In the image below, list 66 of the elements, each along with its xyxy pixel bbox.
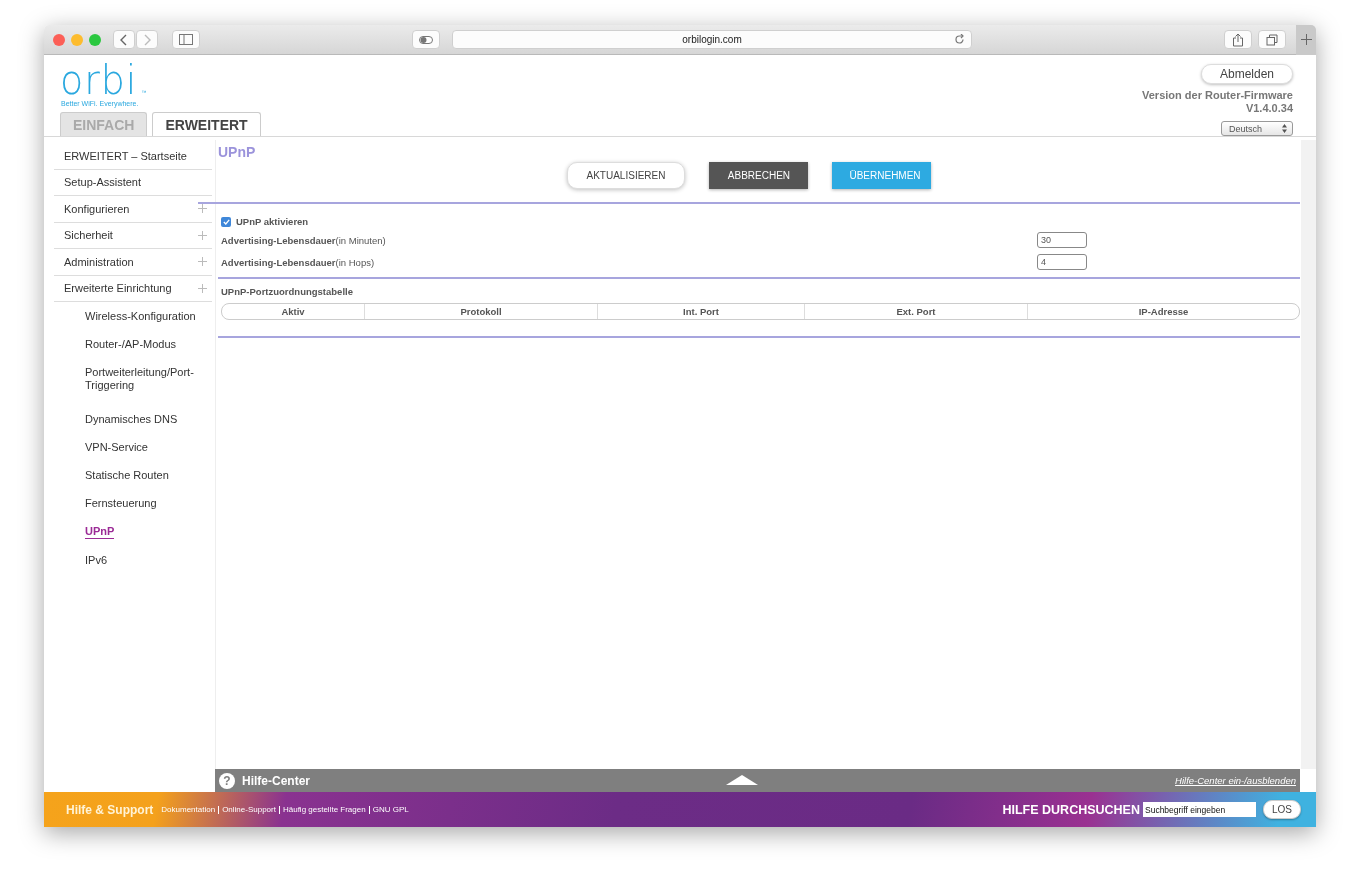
table-title: UPnP-Portzuordnungstabelle [221, 286, 354, 297]
tabs-icon [1266, 33, 1278, 46]
url-text: orbilogin.com [682, 34, 742, 45]
page-title: UPnP [218, 144, 257, 160]
help-toggle-link[interactable]: Hilfe-Center ein-/ausblenden [1175, 775, 1296, 786]
checkbox[interactable] [221, 216, 231, 227]
refresh-button[interactable]: AKTUALISIEREN [566, 162, 686, 189]
plus-icon [1300, 34, 1312, 45]
column-header: Aktiv [280, 305, 306, 319]
column-header: Ext. Port [804, 304, 1027, 319]
footer-link[interactable]: Häufig gestellte Fragen [278, 805, 369, 814]
sidebar-button[interactable] [172, 30, 200, 49]
nav-subitem[interactable]: Statische Routen [85, 469, 169, 482]
toggle-icon [419, 35, 433, 44]
help-title: Hilfe-Center [242, 773, 310, 788]
reload-icon[interactable] [954, 34, 965, 45]
logout-button[interactable]: Abmelden [1200, 64, 1293, 84]
share-icon [1232, 32, 1244, 47]
field-label: Advertising-Lebensdauer(in Minuten) [221, 234, 387, 246]
search-button[interactable]: LOS [1263, 800, 1301, 819]
sidebar-icon [179, 34, 193, 45]
share-button[interactable] [1224, 30, 1252, 49]
tabs-button[interactable] [1258, 30, 1286, 49]
address-bar[interactable]: orbilogin.com [452, 30, 972, 49]
cancel-button[interactable]: ABBRECHEN [709, 162, 809, 189]
nav-subitem[interactable]: Router-/AP-Modus [85, 338, 177, 351]
input-field[interactable]: 4 [1037, 254, 1087, 270]
close-icon[interactable] [53, 33, 65, 46]
expand-arrow-icon[interactable] [726, 775, 758, 785]
nav-subitem[interactable]: Dynamisches DNS [85, 413, 178, 426]
nav-item[interactable]: Sicherheit [54, 222, 212, 249]
nav-item[interactable]: ERWEITERT – Startseite [54, 143, 212, 170]
language-select[interactable]: Deutsch [1221, 121, 1293, 136]
search-label: HILFE DURCHSUCHEN [1002, 802, 1140, 817]
footer-title: Hilfe & Support [66, 802, 154, 817]
field-label: Advertising-Lebensdauer(in Hops) [221, 256, 376, 268]
new-tab-button[interactable] [1296, 25, 1316, 55]
reader-button[interactable] [412, 30, 440, 49]
help-icon: ? [219, 772, 235, 789]
footer-link[interactable]: GNU GPL [368, 805, 412, 814]
input-field[interactable]: 30 [1037, 232, 1087, 248]
nav-item[interactable]: Setup-Assistent [54, 169, 212, 196]
nav-subitem[interactable]: Portweiterleitung/Port-Triggering [85, 366, 200, 392]
check-icon [222, 218, 230, 225]
chevron-right-icon [143, 33, 151, 46]
mode-tab[interactable]: ERWEITERT [152, 112, 261, 136]
nav-subitem[interactable]: VPN-Service [85, 441, 148, 454]
column-header: IP-Adresse [1027, 304, 1299, 319]
search-field[interactable]: Suchbegriff eingeben [1143, 802, 1256, 817]
updown-icon [1282, 124, 1287, 133]
back-button[interactable] [113, 30, 135, 49]
chevron-left-icon [120, 33, 128, 46]
nav-item[interactable]: Administration [54, 249, 212, 276]
column-header: Protokoll [364, 304, 597, 319]
column-header: Int. Port [597, 304, 804, 319]
nav-item[interactable]: Erweiterte Einrichtung [54, 275, 212, 302]
nav-subitem[interactable]: UPnP [85, 525, 115, 539]
nav-subitem[interactable]: IPv6 [85, 554, 107, 567]
firmware-version: V1.4.0.34 [1245, 102, 1293, 115]
checkbox-label: UPnP aktivieren [236, 216, 309, 227]
nav-subitem[interactable]: Fernsteuerung [85, 497, 157, 510]
footer-link[interactable]: Online-Support [218, 805, 279, 814]
logo: orbi [60, 61, 138, 99]
nav-subitem[interactable]: Wireless-Konfiguration [85, 310, 196, 323]
nav-item[interactable]: Konfigurieren [54, 196, 212, 223]
firmware-label: Version der Router-Firmware [1142, 89, 1293, 102]
